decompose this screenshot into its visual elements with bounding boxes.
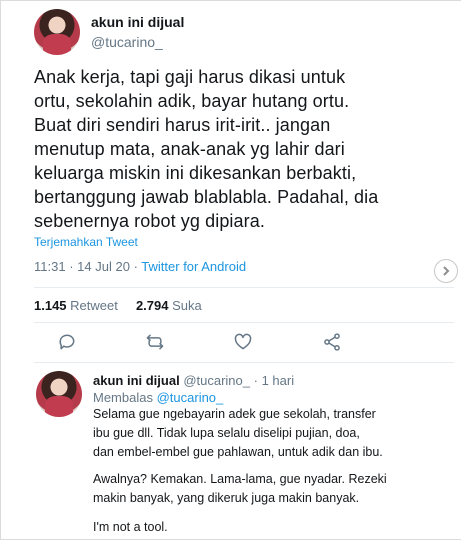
retweet-count[interactable]: 1.145 bbox=[34, 298, 67, 313]
author-name[interactable]: akun ini dijual bbox=[91, 14, 184, 30]
replying-mention[interactable]: @tucarino_ bbox=[157, 390, 224, 405]
like-button[interactable] bbox=[232, 331, 254, 353]
divider bbox=[34, 287, 454, 288]
reply-author-name[interactable]: akun ini dijual bbox=[93, 373, 180, 388]
reply-paragraph: Awalnya? Kemakan. Lama-lama, gue nyadar.… bbox=[93, 470, 423, 508]
reply-header: akun ini dijual @tucarino_ · 1 hari bbox=[93, 373, 294, 388]
reply-author-avatar[interactable] bbox=[36, 371, 82, 417]
like-count[interactable]: 2.794 bbox=[136, 298, 169, 313]
reply-button[interactable] bbox=[56, 331, 78, 353]
engagement-stats: 1.145 Retweet 2.794 Suka bbox=[34, 298, 202, 313]
reply-dot: · bbox=[253, 373, 258, 388]
reply-time[interactable]: 1 hari bbox=[262, 373, 295, 388]
share-button[interactable] bbox=[321, 331, 343, 353]
reply-text-line: Awalnya? Kemakan. Lama-lama, gue nyadar.… bbox=[93, 472, 387, 486]
meta-separator: · bbox=[69, 259, 74, 274]
retweet-label[interactable]: Retweet bbox=[70, 298, 118, 313]
tweet-text: Anak kerja, tapi gaji harus dikasi untuk… bbox=[34, 65, 434, 233]
like-label[interactable]: Suka bbox=[172, 298, 202, 313]
reply-text-line: Selama gue ngebayarin adek gue sekolah, … bbox=[93, 407, 376, 421]
reply-text-line: dan embel-embel gue pahlawan, untuk adik… bbox=[93, 445, 383, 459]
tweet-screenshot: akun ini dijual @tucarino_ Anak kerja, t… bbox=[0, 0, 461, 540]
chevron-right-icon bbox=[443, 266, 450, 276]
divider bbox=[34, 322, 454, 323]
share-icon bbox=[324, 333, 340, 351]
retweet-button[interactable] bbox=[144, 331, 166, 353]
tweet-text-line: Buat diri sendiri harus irit-irit.. jang… bbox=[34, 115, 331, 135]
next-slide-button[interactable] bbox=[434, 259, 458, 283]
tweet-text-line: ortu, sekolahin adik, bayar hutang ortu. bbox=[34, 91, 350, 111]
meta-separator: · bbox=[133, 259, 138, 274]
reply-text-line: ibu gue dll. Tidak lupa selalu diselipi … bbox=[93, 426, 360, 440]
replying-to: Membalas @tucarino_ bbox=[93, 390, 223, 405]
author-handle[interactable]: @tucarino_ bbox=[91, 34, 163, 50]
replying-prefix: Membalas bbox=[93, 390, 153, 405]
tweet-text-line: menutup mata, anak-anak yg lahir dari bbox=[34, 139, 345, 159]
reply-paragraph: I'm not a tool. bbox=[93, 518, 423, 537]
reply-text-line: makin banyak, yang dikeruk juga makin ba… bbox=[93, 491, 360, 505]
reply-author-handle[interactable]: @tucarino_ bbox=[183, 373, 250, 388]
translate-tweet-link[interactable]: Terjemahkan Tweet bbox=[34, 235, 138, 249]
divider bbox=[34, 362, 454, 363]
reply-icon bbox=[59, 334, 75, 350]
reply-text-line: I'm not a tool. bbox=[93, 520, 168, 534]
tweet-text-line: Anak kerja, tapi gaji harus dikasi untuk bbox=[34, 67, 346, 87]
tweet-time[interactable]: 11:31 bbox=[34, 259, 66, 274]
tweet-text-line: bertanggung jawab blablabla. Padahal, di… bbox=[34, 187, 379, 207]
tweet-source[interactable]: Twitter for Android bbox=[141, 259, 246, 274]
author-avatar[interactable] bbox=[34, 9, 80, 55]
heart-icon bbox=[234, 333, 252, 350]
reply-paragraph: Selama gue ngebayarin adek gue sekolah, … bbox=[93, 405, 423, 462]
tweet-text-line: sebenernya robot yg dipiara. bbox=[34, 211, 265, 231]
retweet-icon bbox=[146, 334, 164, 350]
tweet-meta: 11:31 · 14 Jul 20 · Twitter for Android bbox=[34, 259, 246, 274]
tweet-text-line: keluarga miskin ini dikesankan berbakti, bbox=[34, 163, 357, 183]
tweet-date[interactable]: 14 Jul 20 bbox=[77, 259, 130, 274]
